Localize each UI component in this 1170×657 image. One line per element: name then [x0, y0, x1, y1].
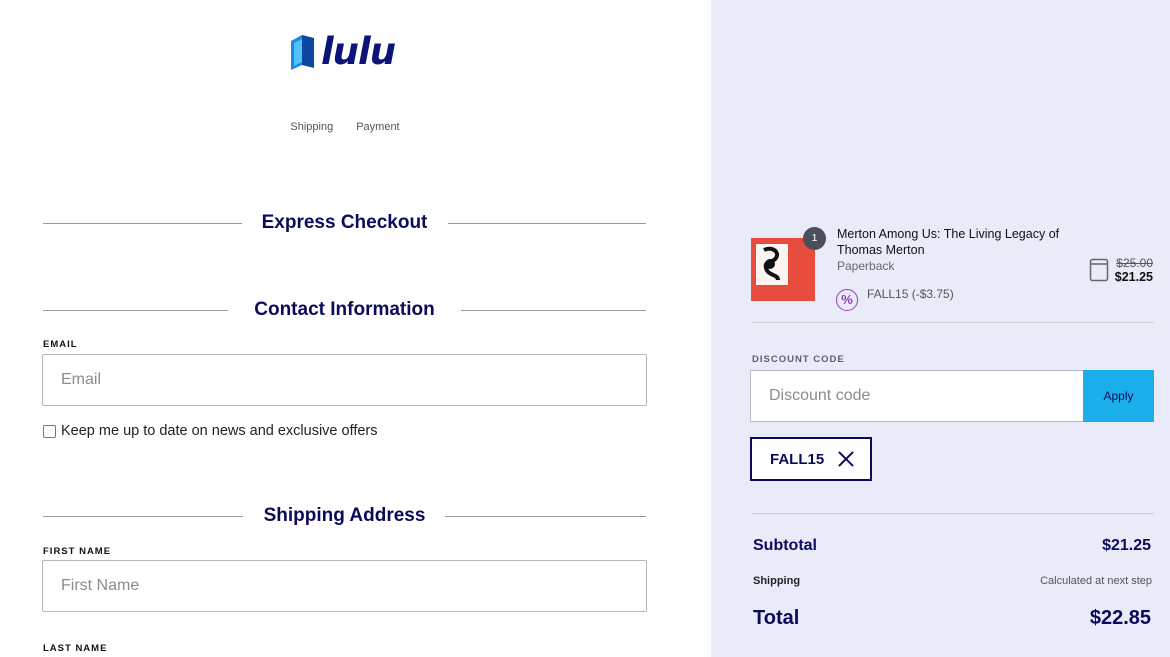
applied-code: FALL15: [770, 450, 825, 468]
order-summary-panel: [711, 0, 1170, 657]
section-title-text: Express Checkout: [261, 212, 428, 233]
remove-discount-icon[interactable]: [837, 450, 855, 468]
subtotal-value: $21.25: [1102, 537, 1151, 554]
summary-divider: [752, 513, 1154, 514]
express-checkout-heading: Express Checkout: [43, 210, 646, 236]
paperback-book-icon: [1089, 258, 1109, 282]
section-title-text: Shipping Address: [263, 505, 426, 526]
discount-code-label: DISCOUNT CODE: [752, 354, 845, 365]
section-title-text: Contact Information: [254, 299, 435, 320]
shipping-address-heading: Shipping Address: [43, 503, 646, 529]
checkout-steps: Shipping Payment: [0, 121, 690, 133]
email-label: EMAIL: [43, 339, 78, 350]
last-name-label: LAST NAME: [43, 643, 108, 654]
product-format: Paperback: [837, 259, 895, 273]
logo-wordmark: lulu: [321, 30, 396, 73]
cover-figure-icon: [763, 246, 780, 281]
product-thumbnail: [751, 238, 815, 301]
subtotal-label: Subtotal: [753, 537, 817, 554]
product-title: Merton Among Us: The Living Legacy of Th…: [837, 227, 1060, 257]
discounted-price: $21.25: [1114, 270, 1153, 284]
discount-code-input[interactable]: [750, 370, 1083, 422]
apply-discount-button[interactable]: Apply: [1083, 370, 1154, 422]
email-input[interactable]: [42, 354, 647, 406]
quantity-badge: 1: [803, 227, 826, 250]
newsletter-checkbox[interactable]: [43, 424, 56, 438]
newsletter-label: Keep me up to date on news and exclusive…: [61, 423, 378, 439]
book-logo-icon: [291, 35, 314, 70]
summary-divider: [752, 322, 1154, 323]
newsletter-option[interactable]: Keep me up to date on news and exclusive…: [43, 423, 378, 439]
total-label: Total: [753, 607, 800, 629]
contact-information-heading: Contact Information: [43, 297, 646, 323]
applied-discount-chip: FALL15: [750, 437, 872, 481]
total-value: $22.85: [1089, 607, 1151, 629]
shipping-label: Shipping: [753, 575, 801, 587]
step-payment[interactable]: Payment: [356, 121, 399, 133]
original-price: $25.00: [1116, 256, 1153, 270]
first-name-label: FIRST NAME: [43, 546, 112, 557]
step-shipping[interactable]: Shipping: [290, 121, 333, 133]
book-cover-art: [756, 244, 788, 285]
shipping-value: Calculated at next step: [1040, 575, 1152, 587]
first-name-input[interactable]: [42, 560, 647, 612]
checkout-form-panel: lulu Shipping Payment Express Checkout C…: [0, 0, 711, 657]
discount-applied-text: FALL15 (-$3.75): [867, 287, 954, 301]
lulu-logo[interactable]: lulu: [288, 30, 396, 74]
discount-percent-icon: %: [836, 289, 858, 311]
